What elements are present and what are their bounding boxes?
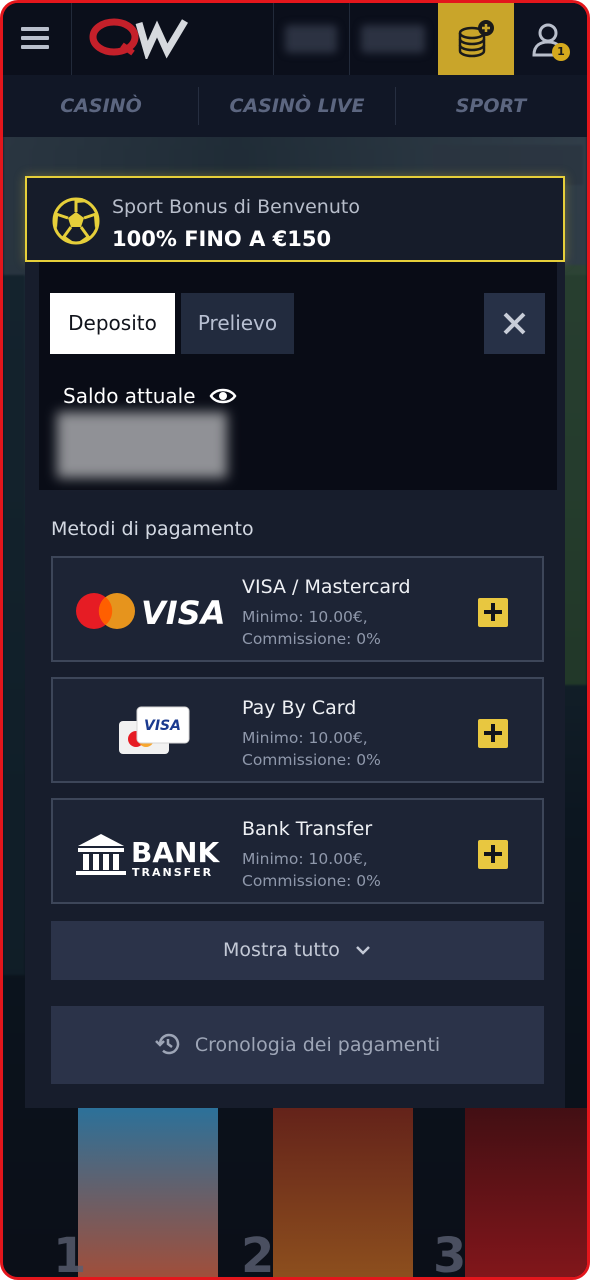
method-name: Pay By Card (242, 697, 357, 719)
add-icon[interactable] (478, 719, 508, 748)
eye-icon[interactable] (209, 385, 237, 407)
method-minimum: Minimo: 10.00€, (242, 608, 368, 626)
show-all-label: Mostra tutto (223, 939, 340, 961)
method-name: VISA / Mastercard (242, 576, 411, 598)
tab-prelievo[interactable]: Prelievo (181, 293, 294, 354)
game-thumb-sevens[interactable] (465, 1108, 587, 1277)
pay-by-card-logo: VISA (119, 706, 190, 754)
notification-badge: 1 (552, 43, 570, 61)
nav-casino-live[interactable]: CASINÒ LIVE (199, 75, 395, 137)
wallet-header: Deposito Prelievo Saldo attuale (39, 262, 557, 490)
method-details: Minimo: 10.00€, Commissione: 0% (242, 727, 381, 771)
brand-logo[interactable] (89, 15, 199, 62)
bonus-subtitle: Sport Bonus di Benvenuto (112, 196, 360, 218)
close-button[interactable] (484, 293, 545, 354)
balance-label: Saldo attuale (63, 384, 196, 408)
method-fee: Commissione: 0% (242, 630, 381, 648)
menu-icon[interactable] (21, 27, 49, 49)
chevron-down-icon (356, 946, 370, 955)
user-icon (532, 23, 564, 57)
main-nav: CASINÒ CASINÒ LIVE SPORT (3, 75, 587, 137)
history-icon (154, 1033, 179, 1055)
method-minimum: Minimo: 10.00€, (242, 850, 368, 868)
tab-deposito[interactable]: Deposito (50, 293, 175, 354)
app-frame: 1 2 3 1 CASINÒ CASINÒ LIVE SPORT Sport B… (0, 0, 590, 1280)
svg-text:TRANSFER: TRANSFER (132, 866, 213, 879)
bonus-title: 100% FINO A €150 (112, 227, 332, 251)
coins-add-icon (458, 20, 494, 58)
show-all-button[interactable]: Mostra tutto (51, 921, 544, 980)
nav-sport[interactable]: SPORT (395, 75, 587, 137)
add-icon[interactable] (478, 598, 508, 627)
payment-history-label: Cronologia dei pagamenti (194, 1034, 441, 1056)
method-name: Bank Transfer (242, 818, 373, 840)
method-fee: Commissione: 0% (242, 872, 381, 890)
svg-text:VISA: VISA (144, 718, 181, 734)
payment-method-visa-mastercard[interactable]: VISA VISA / Mastercard Minimo: 10.00€, C… (51, 556, 544, 662)
balance-chip-blurred (285, 25, 337, 53)
balance-value-blurred (57, 412, 227, 478)
balance-chip-blurred (361, 25, 425, 53)
visa-mastercard-logo: VISA (76, 593, 225, 632)
bank-transfer-logo: BANK TRANSFER (76, 834, 220, 879)
method-fee: Commissione: 0% (242, 751, 381, 769)
payment-methods-label: Metodi di pagamento (51, 518, 254, 540)
welcome-bonus-banner[interactable]: Sport Bonus di Benvenuto 100% FINO A €15… (25, 176, 565, 262)
soccer-ball-icon (52, 197, 100, 245)
svg-text:BANK: BANK (131, 836, 220, 869)
deposit-coins-button[interactable] (438, 3, 514, 75)
wallet-panel: Deposito Prelievo Saldo attuale Metodi d… (25, 262, 565, 1108)
close-icon (503, 312, 526, 335)
payment-history-button[interactable]: Cronologia dei pagamenti (51, 1006, 544, 1084)
games-row: 1 2 3 (3, 1108, 587, 1277)
nav-casino[interactable]: CASINÒ (3, 75, 199, 137)
game-thumb-book[interactable] (273, 1108, 413, 1277)
svg-text:VISA: VISA (141, 594, 225, 632)
game-thumb-piggy[interactable] (78, 1108, 218, 1277)
payment-method-pay-by-card[interactable]: VISA Pay By Card Minimo: 10.00€, Commiss… (51, 677, 544, 783)
payment-method-bank-transfer[interactable]: BANK TRANSFER Bank Transfer Minimo: 10.0… (51, 798, 544, 904)
method-details: Minimo: 10.00€, Commissione: 0% (242, 848, 381, 892)
user-account-button[interactable] (514, 3, 587, 75)
top-bar: 1 (3, 3, 587, 76)
method-minimum: Minimo: 10.00€, (242, 729, 368, 747)
method-details: Minimo: 10.00€, Commissione: 0% (242, 606, 381, 650)
add-icon[interactable] (478, 840, 508, 869)
